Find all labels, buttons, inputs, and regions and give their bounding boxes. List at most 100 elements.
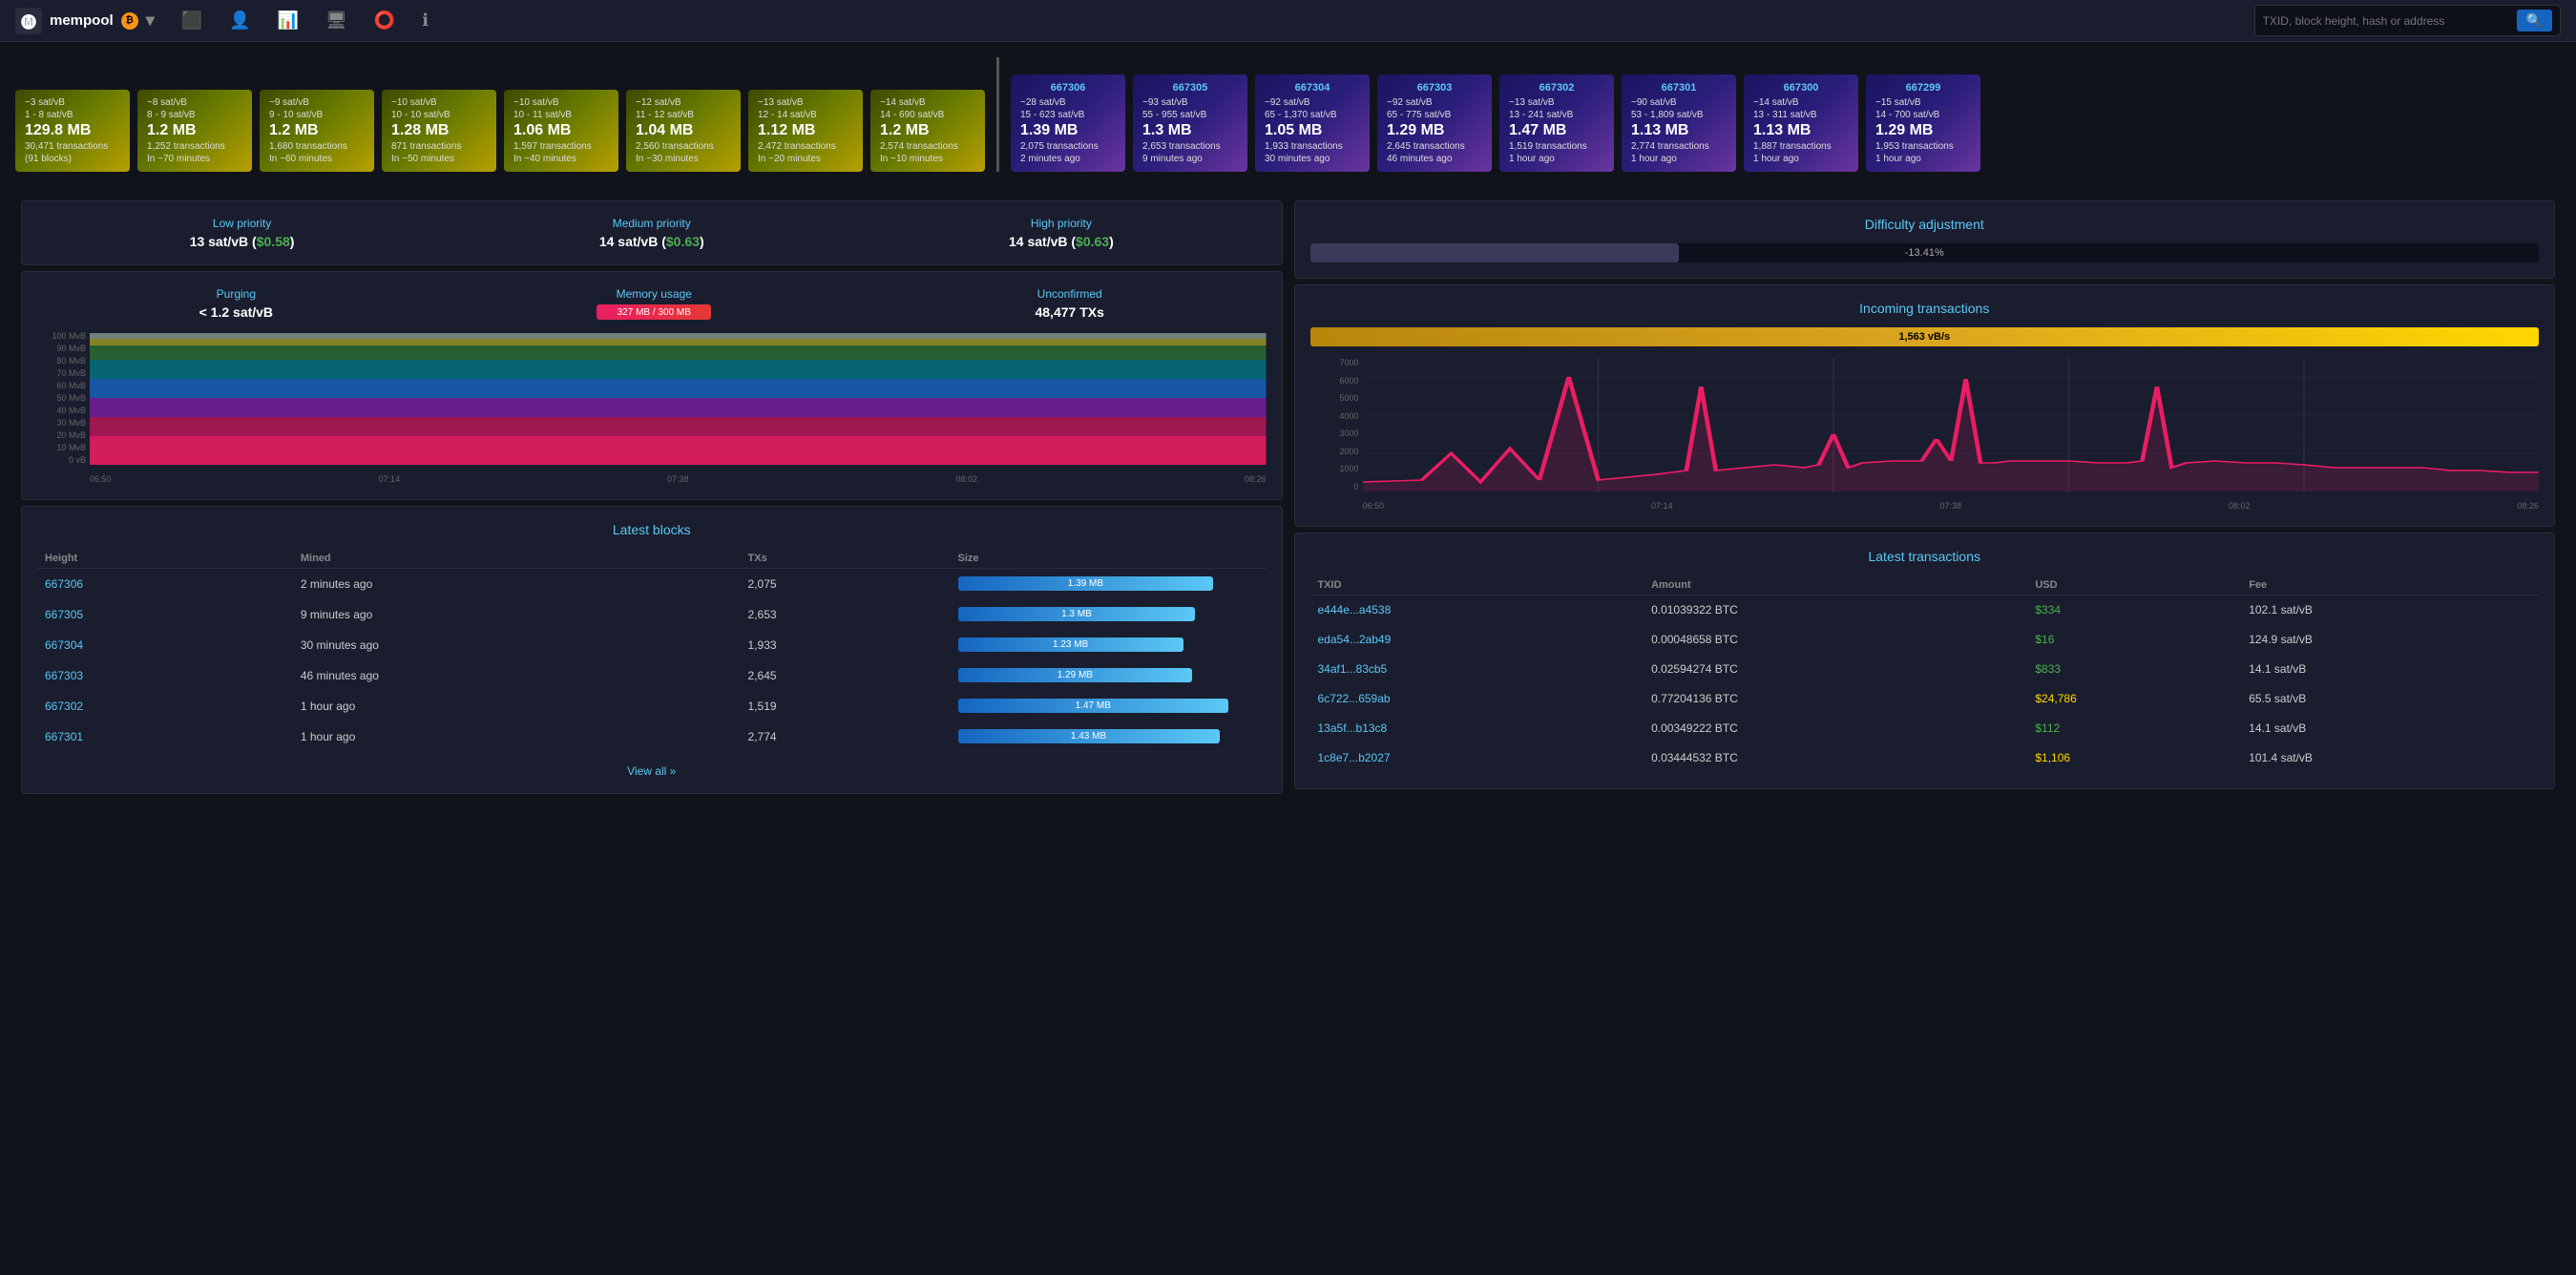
nav-chart-icon[interactable]: 📊 <box>274 7 303 34</box>
mined-block-ago: 9 minutes ago <box>1142 154 1238 164</box>
block-size-cell: 1.39 MB <box>951 569 1267 599</box>
fee-low-label: Low priority <box>190 217 295 230</box>
size-pill: 1.43 MB <box>958 729 1220 743</box>
block-txs-cell: 1,519 <box>741 691 951 721</box>
mined-block-height[interactable]: 667303 <box>1387 82 1482 94</box>
mined-block-1[interactable]: 667305 ~93 sat/vB 55 - 955 sat/vB 1.3 MB… <box>1133 74 1247 172</box>
block-height-link[interactable]: 667303 <box>45 669 83 682</box>
pending-block-7[interactable]: ~14 sat/vB 14 - 690 sat/vB 1.2 MB 2,574 … <box>870 90 985 172</box>
mined-block-3[interactable]: 667303 ~92 sat/vB 65 - 775 sat/vB 1.29 M… <box>1377 74 1492 172</box>
pending-block-1[interactable]: ~8 sat/vB 8 - 9 sat/vB 1.2 MB 1,252 tran… <box>137 90 252 172</box>
size-bar: 1.23 MB <box>958 638 1259 652</box>
tx-amount-cell: 0.00048658 BTC <box>1644 625 2027 655</box>
nav-icons: ⬛ 👤 📊 🖥 ⭕ ℹ <box>178 7 2254 34</box>
block-mined-cell: 1 hour ago <box>293 721 741 752</box>
block-height-cell: 667306 <box>37 569 293 599</box>
mined-block-7[interactable]: 667299 ~15 sat/vB 14 - 700 sat/vB 1.29 M… <box>1866 74 1980 172</box>
mined-block-0[interactable]: 667306 ~28 sat/vB 15 - 623 sat/vB 1.39 M… <box>1011 74 1125 172</box>
tx-id-link[interactable]: 1c8e7...b2027 <box>1318 751 1391 764</box>
pending-block-4[interactable]: ~10 sat/vB 10 - 11 sat/vB 1.06 MB 1,597 … <box>504 90 618 172</box>
mined-block-height[interactable]: 667300 <box>1753 82 1849 94</box>
chevron-down-icon[interactable]: ▾ <box>146 10 155 31</box>
block-eta: In ~40 minutes <box>513 154 609 164</box>
mined-block-height[interactable]: 667305 <box>1142 82 1238 94</box>
mempool-panel: Purging < 1.2 sat/vB Memory usage 327 MB… <box>21 271 1283 500</box>
mined-block-height[interactable]: 667299 <box>1875 82 1971 94</box>
table-row: eda54...2ab49 0.00048658 BTC $16 124.9 s… <box>1310 625 2540 655</box>
block-height-link[interactable]: 667306 <box>45 577 83 591</box>
mined-block-txs: 2,645 transactions <box>1387 141 1482 152</box>
tx-id-link[interactable]: 34af1...83cb5 <box>1318 662 1388 676</box>
mempool-chart-area: 100 MvB 90 MvB 80 MvB 70 MvB 60 MvB 50 M… <box>37 331 1267 484</box>
mined-block-size: 1.3 MB <box>1142 122 1238 139</box>
search-input[interactable] <box>2263 14 2511 28</box>
mined-block-height[interactable]: 667301 <box>1631 82 1727 94</box>
table-row: 13a5f...b13c8 0.00349222 BTC $112 14.1 s… <box>1310 714 2540 743</box>
mined-block-fee: ~93 sat/vB <box>1142 97 1238 108</box>
unconfirmed-value: 48,477 TXs <box>1035 304 1103 320</box>
view-all-blocks[interactable]: View all » <box>37 763 1267 778</box>
block-height-cell: 667302 <box>37 691 293 721</box>
block-height-link[interactable]: 667301 <box>45 730 83 743</box>
nav-info-icon[interactable]: ℹ <box>418 7 432 34</box>
tx-usd-cell: $833 <box>2027 655 2241 684</box>
mined-block-txs: 2,075 transactions <box>1020 141 1116 152</box>
mined-block-txs: 1,887 transactions <box>1753 141 1849 152</box>
block-eta: (91 blocks) <box>25 154 120 164</box>
incoming-title: Incoming transactions <box>1310 301 2540 316</box>
view-all-blocks-link[interactable]: View all » <box>627 764 676 778</box>
tx-id-link[interactable]: e444e...a4538 <box>1318 603 1392 617</box>
block-fee-range: ~10 sat/vB <box>391 97 487 108</box>
btc-icon: ₿ <box>121 12 138 30</box>
tx-fee-cell: 124.9 sat/vB <box>2241 625 2539 655</box>
nav-node-icon[interactable]: 👤 <box>225 7 254 34</box>
block-eta: In ~30 minutes <box>636 154 731 164</box>
pending-block-0[interactable]: ~3 sat/vB 1 - 8 sat/vB 129.8 MB 30,471 t… <box>15 90 130 172</box>
mined-block-4[interactable]: 667302 ~13 sat/vB 13 - 241 sat/vB 1.47 M… <box>1499 74 1614 172</box>
search-button[interactable]: 🔍 <box>2517 10 2552 31</box>
mined-block-fee: ~15 sat/vB <box>1875 97 1971 108</box>
mined-block-height[interactable]: 667306 <box>1020 82 1116 94</box>
nav-monitor-icon[interactable]: 🖥 <box>322 7 351 34</box>
block-size: 1.2 MB <box>269 122 365 139</box>
block-eta: In ~60 minutes <box>269 154 365 164</box>
block-height-link[interactable]: 667305 <box>45 608 83 621</box>
mined-block-height[interactable]: 667304 <box>1265 82 1360 94</box>
tx-usd-cell: $1,106 <box>2027 743 2241 773</box>
memory-bar: 327 MB / 300 MB <box>597 304 711 320</box>
mined-block-2[interactable]: 667304 ~92 sat/vB 65 - 1,370 sat/vB 1.05… <box>1255 74 1370 172</box>
block-txs-cell: 2,653 <box>741 599 951 630</box>
tx-id-link[interactable]: 6c722...659ab <box>1318 692 1391 705</box>
size-pill: 1.23 MB <box>958 638 1183 652</box>
block-size-cell: 1.3 MB <box>951 599 1267 630</box>
block-height-cell: 667301 <box>37 721 293 752</box>
pending-block-3[interactable]: ~10 sat/vB 10 - 10 sat/vB 1.28 MB 871 tr… <box>382 90 496 172</box>
mined-block-6[interactable]: 667300 ~14 sat/vB 13 - 311 sat/vB 1.13 M… <box>1744 74 1858 172</box>
tx-id-link[interactable]: eda54...2ab49 <box>1318 633 1392 646</box>
tx-fee-cell: 101.4 sat/vB <box>2241 743 2539 773</box>
tx-id-cell: 6c722...659ab <box>1310 684 1644 714</box>
block-height-link[interactable]: 667304 <box>45 638 83 652</box>
size-bar: 1.29 MB <box>958 668 1259 682</box>
purging-label: Purging <box>199 287 273 301</box>
block-height-link[interactable]: 667302 <box>45 700 83 713</box>
block-txs: 1,597 transactions <box>513 141 609 152</box>
mined-block-5[interactable]: 667301 ~90 sat/vB 53 - 1,809 sat/vB 1.13… <box>1622 74 1736 172</box>
nav-dashboard-icon[interactable]: ⬛ <box>178 7 206 34</box>
pending-block-5[interactable]: ~12 sat/vB 11 - 12 sat/vB 1.04 MB 2,560 … <box>626 90 741 172</box>
tx-id-link[interactable]: 13a5f...b13c8 <box>1318 721 1388 735</box>
difficulty-title: Difficulty adjustment <box>1310 217 2540 232</box>
size-pill: 1.39 MB <box>958 576 1214 591</box>
pending-block-6[interactable]: ~13 sat/vB 12 - 14 sat/vB 1.12 MB 2,472 … <box>748 90 863 172</box>
incoming-rate: 1,563 vB/s <box>1898 331 1950 343</box>
stat-purging: Purging < 1.2 sat/vB <box>199 287 273 320</box>
nav-network-icon[interactable]: ⭕ <box>370 7 399 34</box>
mined-block-size: 1.29 MB <box>1875 122 1971 139</box>
mempool-chart-content <box>90 331 1267 465</box>
mined-block-height[interactable]: 667302 <box>1509 82 1604 94</box>
tx-amount-cell: 0.03444532 BTC <box>1644 743 2027 773</box>
block-height-cell: 667305 <box>37 599 293 630</box>
block-txs: 1,252 transactions <box>147 141 242 152</box>
pending-block-2[interactable]: ~9 sat/vB 9 - 10 sat/vB 1.2 MB 1,680 tra… <box>260 90 374 172</box>
size-pill: 1.29 MB <box>958 668 1193 682</box>
